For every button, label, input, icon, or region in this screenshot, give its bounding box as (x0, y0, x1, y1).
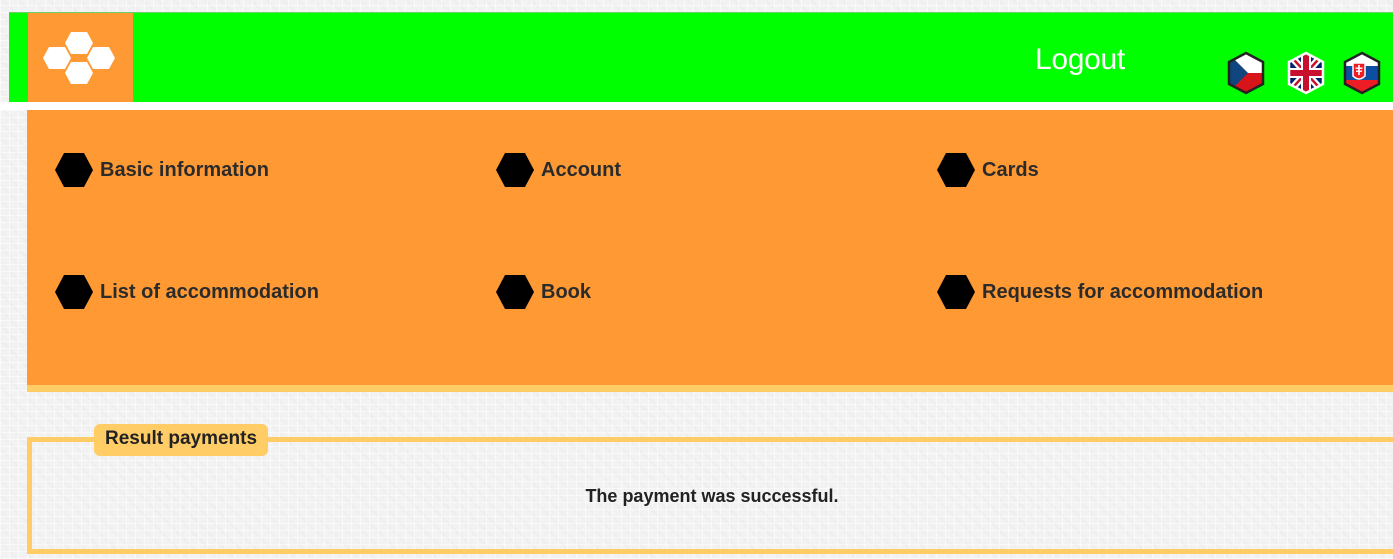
hexagon-bullet-icon (496, 153, 534, 187)
nav-item-basic-information[interactable]: Basic information (54, 152, 269, 188)
header-separator (0, 102, 1393, 110)
hexagon-bullet-icon (937, 275, 975, 309)
top-header: Logout (9, 12, 1393, 103)
logout-link[interactable]: Logout (1035, 43, 1125, 77)
nav-item-list-of-accommodation[interactable]: List of accommodation (54, 274, 319, 310)
nav-item-label: Requests for accommodation (982, 280, 1264, 303)
payment-status-message: The payment was successful. (585, 486, 839, 506)
slovak-flag-icon[interactable] (1342, 51, 1382, 95)
nav-item-book[interactable]: Book (495, 274, 591, 310)
hexagon-bullet-icon (55, 275, 93, 309)
hexagon-bullet-icon (55, 153, 93, 187)
hexagon-bullet-icon (937, 153, 975, 187)
nav-item-requests-for-accommodation[interactable]: Requests for accommodation (936, 274, 1263, 310)
nav-item-label: Book (541, 280, 591, 303)
uk-flag-icon[interactable] (1286, 51, 1326, 95)
hexagon-cluster-logo-icon (42, 32, 115, 84)
nav-item-account[interactable]: Account (495, 152, 621, 188)
czech-flag-icon[interactable] (1226, 51, 1266, 95)
nav-item-label: List of accommodation (100, 280, 319, 303)
result-payments-legend: Result payments (94, 424, 269, 456)
nav-item-label: Account (541, 158, 621, 181)
hexagon-bullet-icon (496, 275, 534, 309)
main-navigation: Basic information Account Cards List of … (27, 110, 1393, 392)
nav-item-label: Cards (982, 158, 1039, 181)
logo[interactable] (28, 13, 133, 103)
nav-item-label: Basic information (100, 158, 269, 181)
nav-item-cards[interactable]: Cards (936, 152, 1039, 188)
